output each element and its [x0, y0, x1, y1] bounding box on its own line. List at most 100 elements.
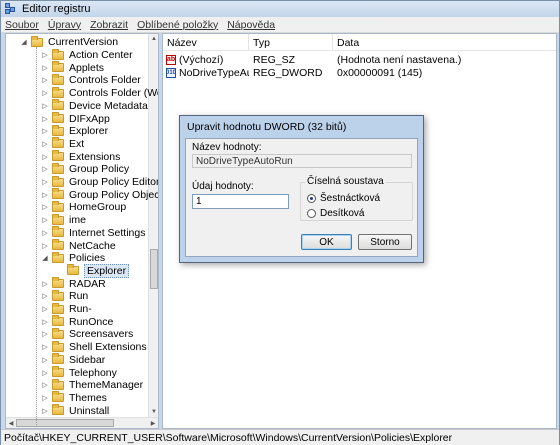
- tree-item-run[interactable]: ▷ Run: [41, 289, 88, 303]
- scroll-down-arrow-icon[interactable]: ▼: [149, 407, 158, 417]
- collapsed-arrow-icon[interactable]: ▷: [41, 76, 49, 84]
- collapsed-arrow-icon[interactable]: ▷: [41, 305, 49, 313]
- collapsed-arrow-icon[interactable]: ▷: [41, 318, 49, 326]
- tree-item-run[interactable]: ▷ Run-: [41, 302, 92, 316]
- cancel-button[interactable]: Storno: [358, 234, 412, 250]
- folder-icon: [52, 391, 64, 403]
- string-value-icon: ab: [166, 54, 176, 65]
- collapsed-arrow-icon[interactable]: ▷: [41, 407, 49, 415]
- collapsed-arrow-icon[interactable]: ▷: [41, 140, 49, 148]
- value-row-default[interactable]: ab (Výchozí) REG_SZ (Hodnota není nastav…: [163, 53, 556, 66]
- tree-item-screensavers[interactable]: ▷ Screensavers: [41, 327, 134, 341]
- tree-item-explorer[interactable]: Explorer: [56, 263, 130, 278]
- radio-hexadecimal[interactable]: Šestnáctková: [307, 192, 380, 204]
- collapsed-arrow-icon[interactable]: ▷: [41, 203, 49, 211]
- column-type-header[interactable]: Typ: [249, 34, 333, 51]
- tree-item-shell-extensions[interactable]: ▷ Shell Extensions: [41, 340, 147, 354]
- tree-item-ext[interactable]: ▷ Ext: [41, 137, 84, 151]
- collapsed-arrow-icon[interactable]: ▷: [41, 242, 49, 250]
- tree-hscroll-thumb[interactable]: [16, 419, 114, 427]
- tree-item-controls-folder-wow[interactable]: ▷ Controls Folder (Wow: [41, 86, 158, 100]
- tree-item-themes[interactable]: ▷ Themes: [41, 391, 107, 405]
- value-data-input[interactable]: 1: [192, 194, 289, 209]
- collapsed-arrow-icon[interactable]: ▷: [41, 216, 49, 224]
- collapsed-arrow-icon[interactable]: ▷: [41, 280, 49, 288]
- title-bar[interactable]: Editor registru: [1, 1, 559, 17]
- base-label: Číselná soustava: [305, 176, 386, 187]
- tree-item-uninstall[interactable]: ▷ Uninstall: [41, 404, 109, 417]
- column-name-header[interactable]: Název: [163, 34, 249, 51]
- collapsed-arrow-icon[interactable]: ▷: [41, 292, 49, 300]
- tree-item-thememanager[interactable]: ▷ ThemeManager: [41, 378, 143, 392]
- tree-item-applets[interactable]: ▷ Applets: [41, 61, 104, 74]
- tree-horizontal-scrollbar[interactable]: ◀ ▶: [6, 417, 158, 428]
- menu-edit[interactable]: Úpravy: [48, 19, 81, 31]
- collapsed-arrow-icon[interactable]: ▷: [41, 191, 49, 199]
- collapsed-arrow-icon[interactable]: ▷: [41, 64, 49, 72]
- tree-item-radar[interactable]: ▷ RADAR: [41, 277, 106, 290]
- tree-item-internet-settings[interactable]: ▷ Internet Settings: [41, 226, 145, 240]
- menu-file[interactable]: Soubor: [5, 19, 39, 31]
- tree-item-telephony[interactable]: ▷ Telephony: [41, 366, 117, 379]
- collapsed-arrow-icon[interactable]: ▷: [41, 330, 49, 338]
- tree-item-extensions[interactable]: ▷ Extensions: [41, 150, 120, 163]
- collapsed-arrow-icon[interactable]: ▷: [41, 369, 49, 377]
- collapsed-arrow-icon[interactable]: ▷: [41, 381, 49, 389]
- folder-icon: [52, 213, 64, 225]
- menu-help[interactable]: Nápověda: [227, 19, 275, 31]
- tree-scroll-thumb[interactable]: [150, 249, 158, 289]
- tree-item-label: Group Policy Editor: [69, 176, 159, 189]
- collapsed-arrow-icon[interactable]: ▷: [41, 153, 49, 161]
- radio-selected-icon[interactable]: [307, 193, 316, 203]
- collapsed-arrow-icon[interactable]: ▷: [41, 89, 49, 97]
- scroll-right-arrow-icon[interactable]: ▶: [148, 418, 158, 428]
- folder-icon: [52, 150, 64, 162]
- value-row-nodrivetypeautorun[interactable]: 010 NoDriveTypeAu... REG_DWORD 0x0000009…: [163, 66, 556, 79]
- collapsed-arrow-icon[interactable]: ▷: [41, 102, 49, 110]
- radio-unselected-icon[interactable]: [307, 208, 316, 218]
- tree-item-policies[interactable]: ◢ Policies: [41, 251, 105, 265]
- folder-icon: [67, 264, 79, 276]
- tree-item-action-center[interactable]: ▷ Action Center: [41, 48, 133, 62]
- tree-item-netcache[interactable]: ▷ NetCache: [41, 239, 116, 252]
- tree-item-device-metadata[interactable]: ▷ Device Metadata: [41, 99, 148, 113]
- tree-item-homegroup[interactable]: ▷ HomeGroup: [41, 200, 126, 214]
- tree-item-explorer[interactable]: ▷ Explorer: [41, 124, 108, 138]
- tree-item-ime[interactable]: ▷ ime: [41, 213, 86, 227]
- tree-item-controls-folder[interactable]: ▷ Controls Folder: [41, 73, 141, 87]
- tree-item-label: RunOnce: [69, 315, 114, 328]
- expanded-arrow-icon[interactable]: ◢: [41, 254, 49, 262]
- column-data-header[interactable]: Data: [333, 34, 556, 51]
- collapsed-arrow-icon[interactable]: ▷: [41, 51, 49, 59]
- tree-item-label: Extensions: [69, 150, 121, 163]
- tree-item-runonce[interactable]: ▷ RunOnce: [41, 315, 113, 328]
- tree-item-currentversion[interactable]: ◢ CurrentVersion: [20, 35, 118, 49]
- menu-favorites[interactable]: Oblíbené položky: [137, 19, 218, 31]
- collapsed-arrow-icon[interactable]: ▷: [41, 343, 49, 351]
- collapsed-arrow-icon[interactable]: ▷: [41, 115, 49, 123]
- collapsed-arrow-icon[interactable]: ▷: [41, 165, 49, 173]
- tree-item-label: Device Metadata: [69, 99, 148, 112]
- value-type: REG_SZ: [253, 53, 296, 66]
- tree-item-group-policy-editor[interactable]: ▷ Group Policy Editor: [41, 175, 159, 189]
- collapsed-arrow-icon[interactable]: ▷: [41, 356, 49, 364]
- tree-item-group-policy-objects[interactable]: ▷ Group Policy Objects: [41, 188, 158, 201]
- radio-decimal[interactable]: Desítková: [307, 207, 364, 219]
- ok-button[interactable]: OK: [301, 234, 352, 250]
- scroll-left-arrow-icon[interactable]: ◀: [6, 418, 16, 428]
- folder-icon: [52, 73, 64, 85]
- scroll-up-arrow-icon[interactable]: ▲: [149, 34, 158, 44]
- expanded-arrow-icon[interactable]: ◢: [20, 38, 28, 46]
- collapsed-arrow-icon[interactable]: ▷: [41, 178, 49, 186]
- tree-item-group-policy[interactable]: ▷ Group Policy: [41, 162, 129, 176]
- collapsed-arrow-icon[interactable]: ▷: [41, 394, 49, 402]
- tree-item-label: Screensavers: [69, 328, 134, 341]
- collapsed-arrow-icon[interactable]: ▷: [41, 127, 49, 135]
- menu-view[interactable]: Zobrazit: [90, 19, 128, 31]
- collapsed-arrow-icon[interactable]: ▷: [41, 229, 49, 237]
- radio-decimal-label: Desítková: [320, 207, 365, 219]
- tree-item-sidebar[interactable]: ▷ Sidebar: [41, 353, 105, 367]
- key-tree-pane[interactable]: ▲ ▼ ◀ ▶ ◢ CurrentVersion ▷ Action Center ▷ Ap…: [5, 33, 159, 429]
- window-title: Editor registru: [22, 3, 91, 15]
- tree-item-difxapp[interactable]: ▷ DIFxApp: [41, 112, 110, 125]
